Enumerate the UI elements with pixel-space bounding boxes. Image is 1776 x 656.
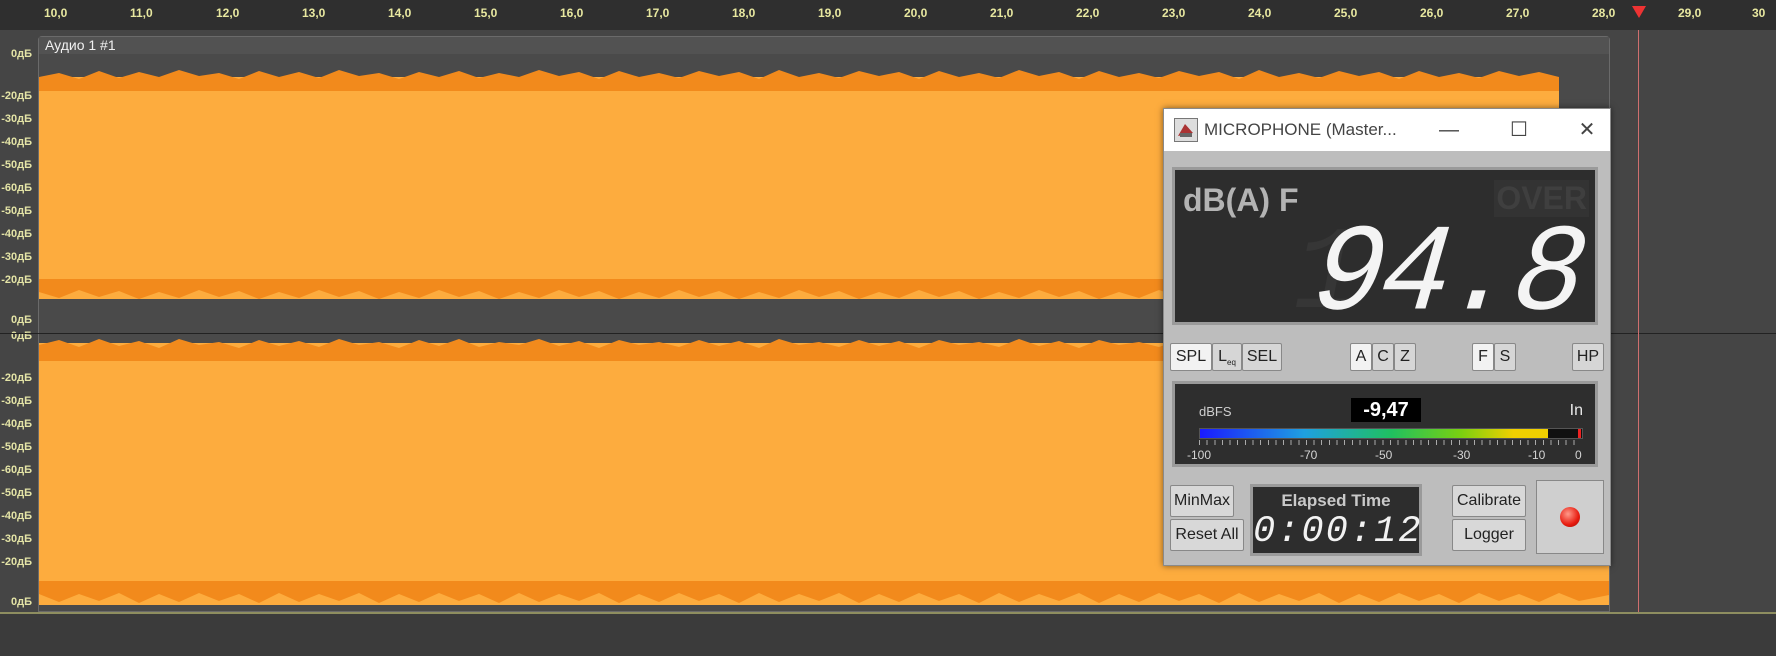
db-label: -30дБ bbox=[1, 533, 32, 545]
timeline-bottom bbox=[0, 612, 1776, 656]
mode-button-row: SPL Leq SEL A C Z F S HP bbox=[1170, 343, 1604, 373]
dbfs-label: dBFS bbox=[1199, 404, 1232, 419]
db-label: -30дБ bbox=[1, 251, 32, 263]
ruler-tick-label: 26,0 bbox=[1420, 6, 1444, 20]
db-label: -40дБ bbox=[1, 510, 32, 522]
leq-label: L bbox=[1218, 348, 1227, 365]
playhead-marker-icon[interactable] bbox=[1632, 6, 1646, 18]
weighting-label: dB(A) F bbox=[1183, 182, 1299, 218]
db-label: -50дБ bbox=[1, 159, 32, 171]
ruler-tick-label: 11,0 bbox=[130, 6, 153, 20]
maximize-icon[interactable]: ☐ bbox=[1506, 117, 1532, 143]
db-label: -50дБ bbox=[1, 487, 32, 499]
ruler-tick-label: 24,0 bbox=[1248, 6, 1272, 20]
input-level-panel: dBFS -9,47 In -100 -70 -50 -30 -10 0 bbox=[1172, 381, 1598, 467]
logger-button[interactable]: Logger bbox=[1452, 519, 1526, 551]
ruler-tick-label: 21,0 bbox=[990, 6, 1014, 20]
db-label: -30дБ bbox=[1, 395, 32, 407]
scale-label: -70 bbox=[1300, 448, 1318, 462]
ruler-tick-label: 18,0 bbox=[732, 6, 756, 20]
close-icon[interactable]: ✕ bbox=[1574, 117, 1600, 143]
ruler-tick-label: 19,0 bbox=[818, 6, 842, 20]
ruler-tick-label: 13,0 bbox=[302, 6, 326, 20]
weighting-z-button[interactable]: Z bbox=[1394, 343, 1416, 371]
elapsed-time-title: Elapsed Time bbox=[1281, 491, 1391, 510]
waveform-bottom-edge bbox=[39, 581, 1609, 609]
db-label: 0дБ bbox=[10, 330, 32, 342]
peak-indicator bbox=[1578, 429, 1581, 438]
window-titlebar[interactable]: MICROPHONE (Master... — ☐ ✕ bbox=[1164, 109, 1610, 151]
ruler-tick-label: 17,0 bbox=[646, 6, 670, 20]
input-label: In bbox=[1569, 402, 1583, 419]
clip-title[interactable]: Аудио 1 #1 bbox=[39, 37, 1609, 54]
leq-subscript: eq bbox=[1227, 358, 1236, 368]
input-level-fill bbox=[1200, 429, 1548, 438]
db-label: -30дБ bbox=[1, 113, 32, 125]
db-scale: 0дБ -20дБ -30дБ -40дБ -50дБ -60дБ -50дБ … bbox=[0, 30, 38, 618]
time-ruler[interactable]: 10,0 11,0 12,0 13,0 14,0 15,0 16,0 17,0 … bbox=[0, 0, 1776, 31]
reset-all-button[interactable]: Reset All bbox=[1170, 519, 1244, 551]
minimize-icon[interactable]: — bbox=[1436, 117, 1462, 143]
ruler-tick-label: 10,0 bbox=[44, 6, 68, 20]
db-label: -50дБ bbox=[1, 205, 32, 217]
ruler-tick-label: 27,0 bbox=[1506, 6, 1530, 20]
sel-button[interactable]: SEL bbox=[1242, 343, 1282, 371]
window-title: MICROPHONE (Master... bbox=[1204, 120, 1397, 139]
ruler-tick-label: 16,0 bbox=[560, 6, 584, 20]
db-label: -20дБ bbox=[1, 372, 32, 384]
ruler-tick-label: 14,0 bbox=[388, 6, 412, 20]
ruler-tick-label: 30 bbox=[1752, 6, 1766, 20]
calibrate-button[interactable]: Calibrate bbox=[1452, 485, 1526, 517]
db-label: -40дБ bbox=[1, 228, 32, 240]
ruler-tick-label: 25,0 bbox=[1334, 6, 1358, 20]
input-level-readout: -9,47 bbox=[1351, 398, 1421, 422]
record-icon bbox=[1560, 507, 1580, 527]
level-scale-ticks bbox=[1199, 440, 1581, 445]
db-label: -60дБ bbox=[1, 182, 32, 194]
db-label: 0дБ bbox=[10, 48, 32, 60]
ruler-tick-label: 12,0 bbox=[216, 6, 240, 20]
scale-label: -10 bbox=[1528, 448, 1546, 462]
db-label: -40дБ bbox=[1, 136, 32, 148]
scale-label: -30 bbox=[1453, 448, 1471, 462]
elapsed-time-panel: Elapsed Time 0:00:12 bbox=[1250, 484, 1422, 556]
waveform-top-edge bbox=[39, 63, 1559, 91]
weighting-c-button[interactable]: C bbox=[1372, 343, 1394, 371]
ruler-tick-label: 20,0 bbox=[904, 6, 928, 20]
db-label: 0дБ bbox=[10, 596, 32, 608]
slow-button[interactable]: S bbox=[1494, 343, 1516, 371]
ruler-tick-label: 22,0 bbox=[1076, 6, 1100, 20]
record-button[interactable] bbox=[1536, 480, 1604, 554]
spl-meter-window[interactable]: MICROPHONE (Master... — ☐ ✕ dB(A) F OVER… bbox=[1163, 108, 1611, 566]
spl-button[interactable]: SPL bbox=[1170, 343, 1212, 371]
minmax-button[interactable]: MinMax bbox=[1170, 485, 1234, 517]
playhead-line bbox=[1638, 30, 1639, 654]
scale-label: -100 bbox=[1187, 448, 1212, 462]
db-label: -20дБ bbox=[1, 90, 32, 102]
db-label: -60дБ bbox=[1, 464, 32, 476]
db-label: -50дБ bbox=[1, 441, 32, 453]
ruler-tick-label: 23,0 bbox=[1162, 6, 1186, 20]
input-level-bar bbox=[1199, 428, 1583, 439]
ruler-tick-label: 28,0 bbox=[1592, 6, 1616, 20]
spl-value: 94.8 bbox=[1306, 206, 1589, 347]
weighting-a-button[interactable]: A bbox=[1350, 343, 1372, 371]
db-label: -20дБ bbox=[1, 274, 32, 286]
elapsed-time-value: 0:00:12 bbox=[1253, 511, 1423, 553]
spl-display: dB(A) F OVER 1 94.8 bbox=[1172, 167, 1598, 346]
app-icon bbox=[1174, 118, 1198, 142]
scale-label: -50 bbox=[1375, 448, 1393, 462]
fast-button[interactable]: F bbox=[1472, 343, 1494, 371]
ruler-tick-label: 15,0 bbox=[474, 6, 498, 20]
db-label: -20дБ bbox=[1, 556, 32, 568]
db-label: 0дБ bbox=[10, 314, 32, 326]
ruler-tick-label: 29,0 bbox=[1678, 6, 1702, 20]
leq-button[interactable]: Leq bbox=[1212, 343, 1242, 371]
hp-button[interactable]: HP bbox=[1572, 343, 1604, 371]
db-label: -40дБ bbox=[1, 418, 32, 430]
scale-label: 0 bbox=[1575, 448, 1582, 462]
